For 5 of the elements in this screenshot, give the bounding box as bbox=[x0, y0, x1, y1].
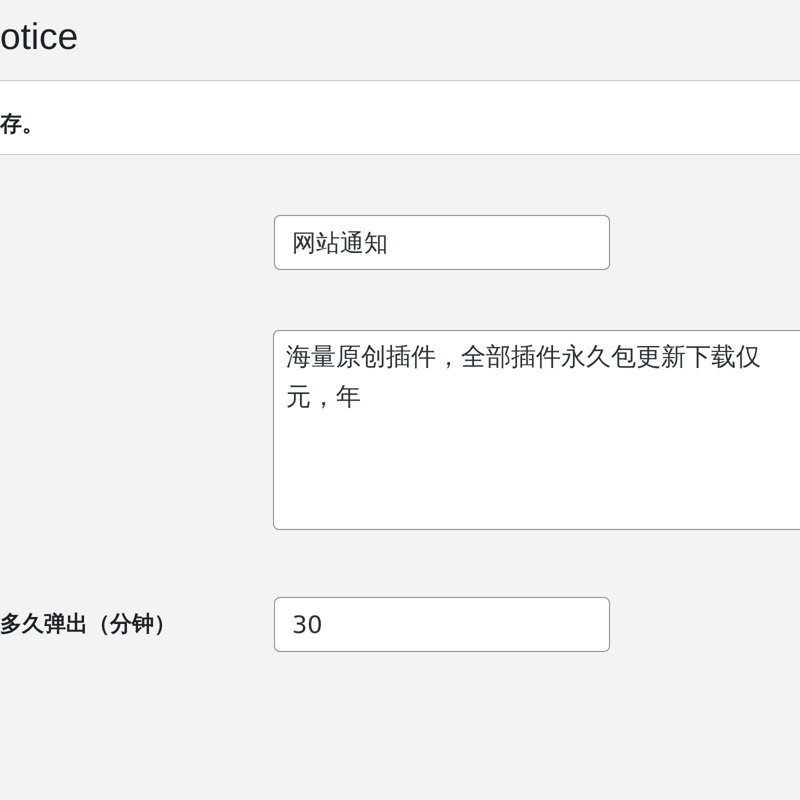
text-input[interactable]: 30 bbox=[274, 597, 610, 652]
page-title: otice bbox=[0, 15, 78, 59]
text-input[interactable]: 网站通知 bbox=[274, 215, 610, 270]
textarea-field[interactable]: 海量原创插件，全部插件永久包更新下载仅 元，年 bbox=[273, 330, 800, 530]
field-label: 多久弹出（分钟） bbox=[0, 610, 176, 638]
